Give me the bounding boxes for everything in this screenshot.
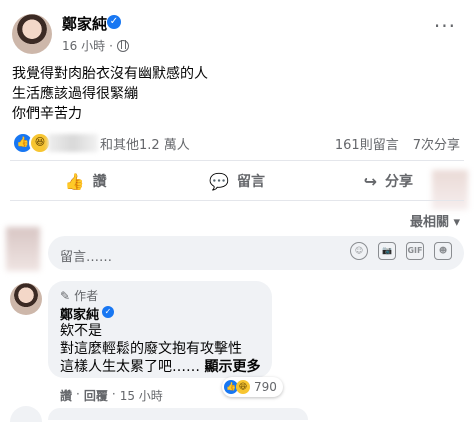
- comment-like-link[interactable]: 讚: [60, 387, 72, 404]
- comment-bubble-icon: 💬: [209, 171, 229, 191]
- role-label: 作者: [74, 289, 99, 303]
- comment-button[interactable]: 💬 留言: [161, 164, 312, 198]
- comment-placeholder: 留言……: [60, 250, 113, 265]
- blurred-avatar: [6, 227, 40, 271]
- post-text: 我覺得對肉胎衣沒有幽默感的人 生活應該過得很緊繃 你們辛苦力: [12, 64, 208, 124]
- post-time[interactable]: 16 小時: [62, 37, 105, 54]
- more-options-icon[interactable]: ···: [434, 14, 456, 38]
- post-text-line: 我覺得對肉胎衣沒有幽默感的人: [12, 66, 208, 82]
- composer-tools: ☺ 📷 GIF ☻: [350, 242, 452, 260]
- verified-badge-icon: ✓: [102, 306, 114, 318]
- blurred-name: [48, 134, 98, 152]
- verified-badge-icon: ✓: [107, 15, 121, 29]
- emoji-icon[interactable]: ☺: [350, 242, 368, 260]
- comment-line-last: 這樣人生太累了吧…… 顯示更多: [60, 358, 260, 376]
- share-arrow-icon: ↪: [363, 171, 378, 191]
- post-text-line: 你們辛苦力: [12, 106, 82, 122]
- comment-time[interactable]: 15 小時: [120, 387, 163, 404]
- comment-reply-link[interactable]: 回覆: [84, 387, 108, 404]
- next-comment-bubble: [48, 408, 308, 420]
- comment-text: 欸不是 對這麼輕鬆的廢文抱有攻擊性 這樣人生太累了吧…… 顯示更多: [60, 322, 260, 376]
- comment-meta: 讚 · 回覆 · 15 小時: [60, 387, 163, 404]
- thumbs-up-icon: 👍: [64, 171, 85, 191]
- like-label: 讚: [92, 174, 107, 190]
- sticker-icon[interactable]: ☻: [434, 242, 452, 260]
- commenter-avatar[interactable]: [10, 283, 42, 315]
- comment-reaction-count: 790: [254, 380, 277, 394]
- separator: ·: [109, 38, 113, 53]
- post-actions: 👍 讚 💬 留言 ↪ 分享: [10, 164, 464, 198]
- share-count[interactable]: 7次分享: [413, 134, 460, 153]
- separator: ·: [111, 387, 116, 401]
- haha-reaction-icon: 😆: [236, 380, 250, 394]
- reaction-summary[interactable]: 和其他1.2 萬人: [100, 134, 190, 153]
- comment-author-name[interactable]: 鄭家純: [60, 304, 99, 323]
- gif-icon[interactable]: GIF: [406, 242, 424, 260]
- engagement-counts: 161則留言 7次分享: [335, 134, 460, 153]
- separator: ·: [76, 387, 80, 401]
- author-role-badge: ✎ 作者: [60, 287, 98, 304]
- author-avatar[interactable]: [12, 14, 52, 54]
- share-label: 分享: [385, 174, 414, 190]
- reaction-icons[interactable]: 👍 😆: [12, 132, 51, 154]
- comment-reactions[interactable]: 👍 😆 790: [222, 377, 283, 397]
- show-more-link[interactable]: 顯示更多: [204, 359, 260, 375]
- comment-count[interactable]: 161則留言: [335, 134, 399, 153]
- divider: [10, 200, 464, 201]
- post-author-name[interactable]: 鄭家純: [62, 13, 107, 34]
- post-text-line: 生活應該過得很緊繃: [12, 86, 138, 102]
- camera-icon[interactable]: 📷: [378, 242, 396, 260]
- globe-icon: [116, 39, 129, 52]
- blurred-profile: [432, 170, 468, 210]
- like-button[interactable]: 👍 讚: [10, 164, 161, 198]
- post-meta: 16 小時 ·: [62, 37, 129, 54]
- next-comment-avatar: [10, 406, 42, 422]
- comment-line: 這樣人生太累了吧……: [60, 359, 200, 375]
- pen-icon: ✎: [60, 288, 71, 303]
- comment-line: 欸不是: [60, 323, 102, 339]
- comment-sort-dropdown[interactable]: 最相關 ▾: [410, 211, 460, 230]
- comment-label: 留言: [236, 174, 265, 190]
- comment-line: 對這麼輕鬆的廢文抱有攻擊性: [60, 341, 242, 357]
- divider: [10, 160, 464, 161]
